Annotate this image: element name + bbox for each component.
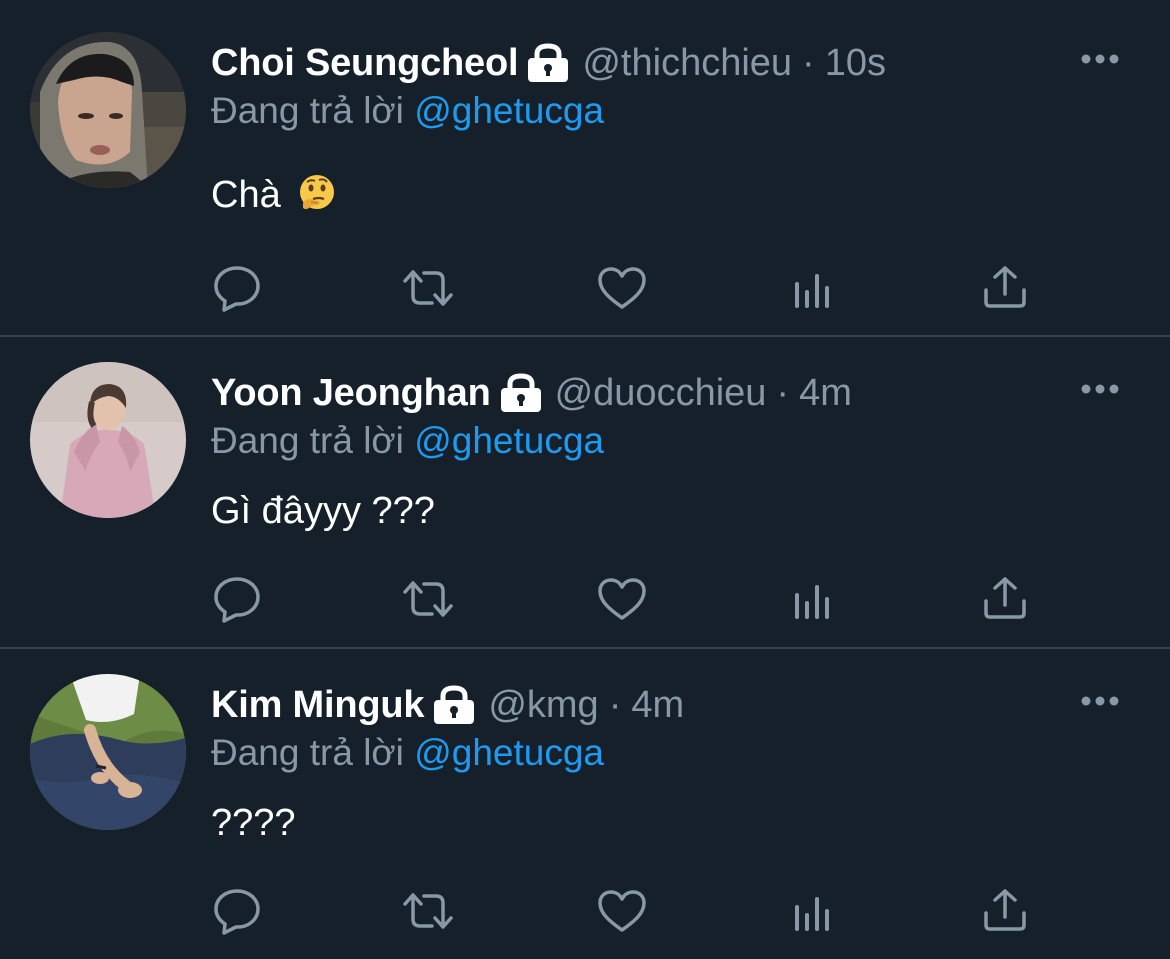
separator-dot: · xyxy=(608,683,622,726)
timestamp[interactable]: 4m xyxy=(799,372,852,415)
tweet[interactable]: Kim Minguk @kmg · 4m Đang trả lời @ghetu… xyxy=(0,650,1170,959)
share-icon[interactable] xyxy=(981,264,1031,312)
handle[interactable]: @kmg xyxy=(488,684,598,727)
like-icon[interactable] xyxy=(597,889,647,937)
tweet-text-body: Gì đâyyy ??? xyxy=(211,490,435,532)
tweet-text: Gì đâyyy ??? xyxy=(211,490,435,533)
tweet-text: Chà xyxy=(211,173,337,217)
thinking-face-icon xyxy=(297,173,337,213)
tweet-header: Yoon Jeonghan @duocchieu · 4m xyxy=(211,368,852,418)
divider xyxy=(0,647,1170,649)
reply-prefix: Đang trả lời xyxy=(211,90,404,131)
display-name[interactable]: Yoon Jeonghan xyxy=(211,372,491,415)
tweet-text-body: ???? xyxy=(211,802,296,844)
timestamp[interactable]: 10s xyxy=(825,42,886,85)
reply-mention[interactable]: @ghetucga xyxy=(414,90,604,131)
reply-icon[interactable] xyxy=(212,264,262,312)
lock-icon xyxy=(432,685,476,725)
reply-prefix: Đang trả lời xyxy=(211,420,404,461)
tweet[interactable]: Yoon Jeonghan @duocchieu · 4m Đang trả l… xyxy=(0,338,1170,648)
analytics-icon[interactable] xyxy=(790,891,840,939)
separator-dot: · xyxy=(776,371,790,414)
more-icon[interactable] xyxy=(1078,49,1122,69)
analytics-icon[interactable] xyxy=(790,268,840,316)
avatar[interactable] xyxy=(30,32,186,188)
share-icon[interactable] xyxy=(981,887,1031,935)
handle[interactable]: @thichchieu xyxy=(582,42,792,85)
handle[interactable]: @duocchieu xyxy=(555,372,767,415)
retweet-icon[interactable] xyxy=(403,266,453,314)
share-icon[interactable] xyxy=(981,575,1031,623)
lock-icon xyxy=(526,43,570,83)
replying-to: Đang trả lời @ghetucga xyxy=(211,732,604,774)
reply-mention[interactable]: @ghetucga xyxy=(414,732,604,773)
like-icon[interactable] xyxy=(597,577,647,625)
replying-to: Đang trả lời @ghetucga xyxy=(211,90,604,132)
reply-mention[interactable]: @ghetucga xyxy=(414,420,604,461)
reply-icon[interactable] xyxy=(212,575,262,623)
tweet-text: ???? xyxy=(211,802,296,845)
reply-icon[interactable] xyxy=(212,887,262,935)
tweet-text-body: Chà xyxy=(211,174,281,216)
more-icon[interactable] xyxy=(1078,691,1122,711)
replying-to: Đang trả lời @ghetucga xyxy=(211,420,604,462)
analytics-icon[interactable] xyxy=(790,579,840,627)
timestamp[interactable]: 4m xyxy=(631,684,684,727)
lock-icon xyxy=(499,373,543,413)
reply-prefix: Đang trả lời xyxy=(211,732,404,773)
retweet-icon[interactable] xyxy=(403,889,453,937)
tweet[interactable]: Choi Seungcheol @thichchieu · 10s Đang t… xyxy=(0,0,1170,336)
display-name[interactable]: Kim Minguk xyxy=(211,684,425,727)
avatar[interactable] xyxy=(30,362,186,518)
retweet-icon[interactable] xyxy=(403,577,453,625)
display-name[interactable]: Choi Seungcheol xyxy=(211,42,519,85)
more-icon[interactable] xyxy=(1078,379,1122,399)
tweet-header: Kim Minguk @kmg · 4m xyxy=(211,680,684,730)
like-icon[interactable] xyxy=(597,266,647,314)
divider xyxy=(0,335,1170,337)
avatar[interactable] xyxy=(30,674,186,830)
separator-dot: · xyxy=(802,41,815,84)
tweet-header: Choi Seungcheol @thichchieu · 10s xyxy=(211,38,886,88)
